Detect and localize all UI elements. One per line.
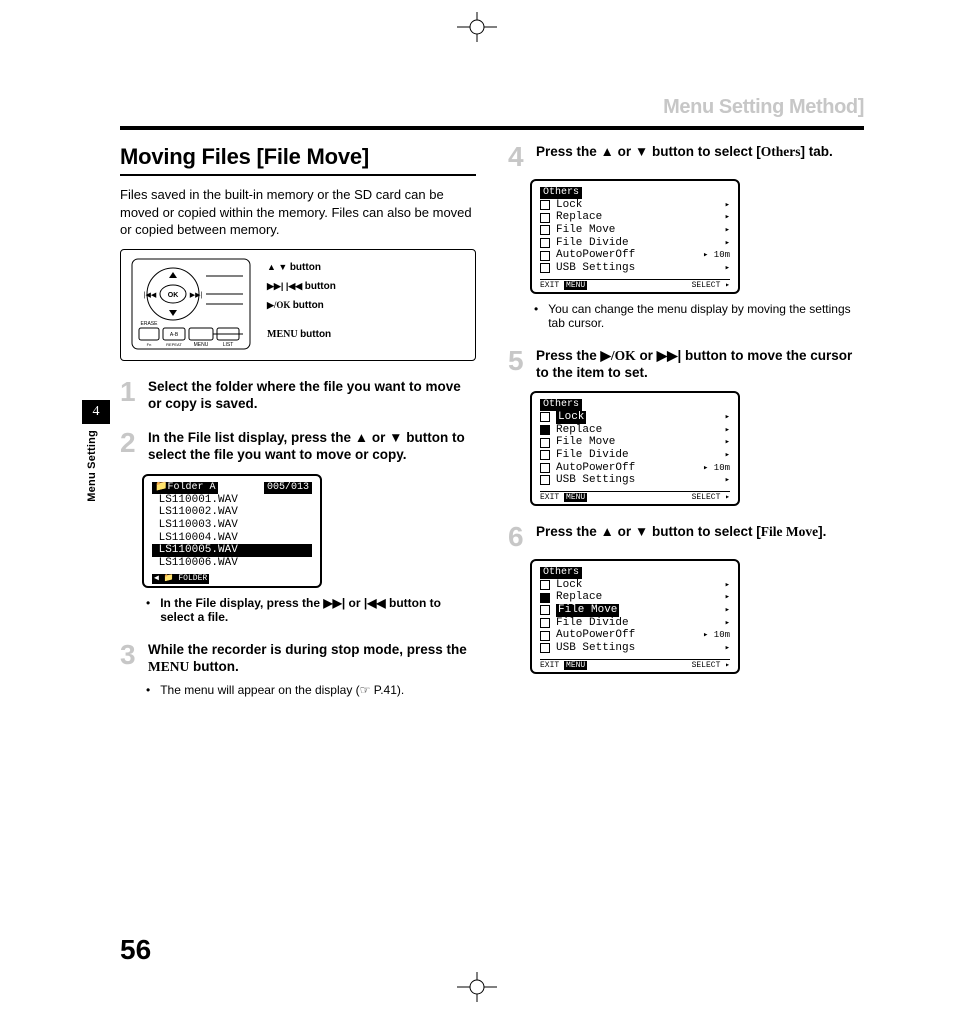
- running-title: Menu Setting Method]: [663, 96, 864, 119]
- lcd-others-menu-step4: OthersLock▸Replace▸File Move▸File Divide…: [530, 179, 740, 294]
- lcd-menu-item: File Move▸: [540, 604, 730, 617]
- step-text: While the recorder is during stop mode, …: [148, 642, 476, 676]
- crop-mark-bottom: [447, 972, 507, 1002]
- step-5: 5 Press the ▶/OK or ▶▶| button to move t…: [508, 348, 864, 382]
- lcd-footer-exit: EXIT MENU: [540, 493, 587, 502]
- lcd-file-list: 📁Folder A 005/013 LS110001.WAV LS110002.…: [142, 474, 322, 588]
- legend-menu: MENU button: [267, 325, 336, 344]
- device-callout: OK |◀◀ ▶▶| ERASE A-B REPEAT Fn MENU: [120, 249, 476, 361]
- lcd-file-row: LS110001.WAV: [152, 494, 312, 507]
- legend-updown: ▲ ▼ button: [267, 258, 336, 277]
- intro-paragraph: Files saved in the built-in memory or th…: [120, 186, 476, 239]
- step-number: 5: [508, 348, 530, 382]
- step-3-subnote: • The menu will appear on the display (☞…: [146, 683, 476, 697]
- step-number: 2: [120, 430, 142, 464]
- svg-text:REPEAT: REPEAT: [166, 342, 182, 347]
- lcd-file-row: LS110003.WAV: [152, 519, 312, 532]
- lcd-menu-item: Lock▸: [540, 579, 730, 592]
- step-2-subnote: • In the File display, press the ▶▶| or …: [146, 596, 476, 624]
- lcd-title: Others: [540, 187, 582, 199]
- lcd-others-menu-step5: OthersLock▸Replace▸File Move▸File Divide…: [530, 391, 740, 506]
- header-rule: [120, 126, 864, 130]
- lcd-file-row: LS110006.WAV: [152, 557, 312, 570]
- section-heading: Moving Files [File Move]: [120, 144, 476, 176]
- step-text: Select the folder where the file you wan…: [148, 379, 476, 413]
- svg-text:OK: OK: [168, 292, 179, 299]
- svg-text:A-B: A-B: [170, 332, 179, 338]
- svg-text:MENU: MENU: [194, 342, 209, 348]
- lcd-menu-item: File Move▸: [540, 224, 730, 237]
- step-text: In the File list display, press the ▲ or…: [148, 430, 476, 464]
- content-columns: Moving Files [File Move] Files saved in …: [120, 144, 864, 934]
- step-number: 1: [120, 379, 142, 413]
- column-left: Moving Files [File Move] Files saved in …: [120, 144, 476, 934]
- lcd-file-row: LS110002.WAV: [152, 506, 312, 519]
- lcd-header-left: 📁Folder A: [152, 482, 218, 494]
- lcd-footer-exit: EXIT MENU: [540, 661, 587, 670]
- lcd-footer: ◀ 📁 FOLDER: [152, 574, 209, 583]
- svg-text:▶▶|: ▶▶|: [190, 292, 203, 299]
- lcd-menu-item: AutoPowerOff▸ 10m: [540, 249, 730, 262]
- step-3: 3 While the recorder is during stop mode…: [120, 642, 476, 676]
- step-text: Press the ▶/OK or ▶▶| button to move the…: [536, 348, 864, 382]
- device-illustration: OK |◀◀ ▶▶| ERASE A-B REPEAT Fn MENU: [131, 258, 251, 350]
- svg-text:LIST: LIST: [223, 342, 234, 348]
- chapter-side-label: Menu Setting: [86, 430, 98, 502]
- column-right: 4 Press the ▲ or ▼ button to select [Oth…: [508, 144, 864, 934]
- step-4-subnote: •You can change the menu display by movi…: [534, 302, 864, 330]
- lcd-menu-item: AutoPowerOff▸ 10m: [540, 462, 730, 475]
- lcd-menu-item: Lock▸: [540, 411, 730, 424]
- step-2: 2 In the File list display, press the ▲ …: [120, 430, 476, 464]
- lcd-menu-item: USB Settings▸: [540, 642, 730, 655]
- lcd-title: Others: [540, 567, 582, 579]
- lcd-footer-select: SELECT ▸: [692, 281, 730, 290]
- lcd-menu-item: USB Settings▸: [540, 474, 730, 487]
- lcd-menu-item: File Move▸: [540, 436, 730, 449]
- lcd-menu-item: Replace▸: [540, 211, 730, 224]
- page-number: 56: [120, 934, 151, 966]
- lcd-others-menu-step6: OthersLock▸Replace▸File Move▸File Divide…: [530, 559, 740, 674]
- lcd-file-row: LS110004.WAV: [152, 532, 312, 545]
- chapter-tab: 4: [82, 400, 110, 424]
- svg-text:ERASE: ERASE: [141, 321, 159, 327]
- lcd-menu-item: Replace▸: [540, 591, 730, 604]
- page: Menu Setting Method] 4 Menu Setting Movi…: [0, 0, 954, 1014]
- lcd-menu-item: File Divide▸: [540, 237, 730, 250]
- lcd-footer-select: SELECT ▸: [692, 493, 730, 502]
- step-number: 6: [508, 524, 530, 549]
- step-text: Press the ▲ or ▼ button to select [File …: [536, 524, 826, 549]
- step-text: Press the ▲ or ▼ button to select [Other…: [536, 144, 833, 169]
- svg-text:Fn: Fn: [147, 342, 152, 347]
- lcd-menu-item: Lock▸: [540, 199, 730, 212]
- lcd-menu-item: AutoPowerOff▸ 10m: [540, 629, 730, 642]
- step-number: 4: [508, 144, 530, 169]
- lcd-footer-exit: EXIT MENU: [540, 281, 587, 290]
- lcd-footer-select: SELECT ▸: [692, 661, 730, 670]
- lcd-header-right: 005/013: [264, 482, 312, 494]
- step-6: 6 Press the ▲ or ▼ button to select [Fil…: [508, 524, 864, 549]
- legend-ok: ▶/OK button: [267, 296, 336, 315]
- step-number: 3: [120, 642, 142, 676]
- svg-text:|◀◀: |◀◀: [144, 292, 157, 299]
- step-1: 1 Select the folder where the file you w…: [120, 379, 476, 413]
- lcd-file-row: LS110005.WAV: [152, 544, 312, 557]
- lcd-menu-item: File Divide▸: [540, 617, 730, 630]
- lcd-title: Others: [540, 399, 582, 411]
- lcd-menu-item: File Divide▸: [540, 449, 730, 462]
- step-4: 4 Press the ▲ or ▼ button to select [Oth…: [508, 144, 864, 169]
- lcd-menu-item: Replace▸: [540, 424, 730, 437]
- legend-ffrew: ▶▶| |◀◀ button: [267, 277, 336, 296]
- device-button-legend: ▲ ▼ button ▶▶| |◀◀ button ▶/OK button ME…: [267, 258, 336, 344]
- crop-mark-top: [447, 12, 507, 42]
- lcd-menu-item: USB Settings▸: [540, 262, 730, 275]
